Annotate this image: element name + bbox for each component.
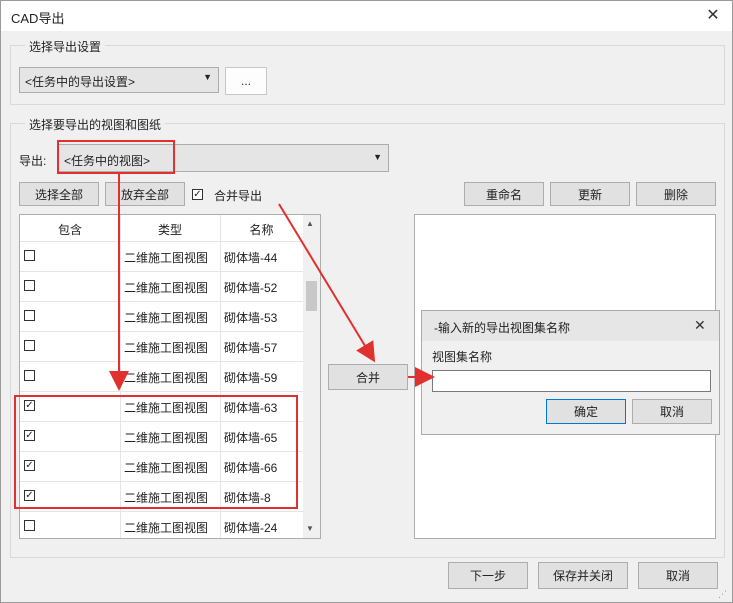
include-checkbox[interactable] [24, 340, 35, 351]
view-name-cell: 砌体墙-57 [224, 341, 278, 355]
export-settings-legend: 选择导出设置 [25, 38, 106, 55]
delete-button[interactable]: 删除 [636, 182, 716, 206]
include-checkbox[interactable] [24, 520, 35, 531]
window-title: CAD导出 [11, 11, 65, 26]
view-name-cell: 砌体墙-53 [224, 311, 278, 325]
table-row[interactable]: 二维施工图视图 砌体墙-24 [20, 511, 303, 538]
browse-settings-button[interactable]: ... [225, 67, 267, 95]
scroll-thumb[interactable] [306, 281, 317, 311]
dropdown-arrow-icon: ▼ [203, 72, 212, 82]
dialog-cancel-button[interactable]: 取消 [632, 399, 712, 424]
view-type-cell: 二维施工图视图 [124, 311, 209, 325]
view-set-name-dialog: -输入新的导出视图集名称 ✕ 视图集名称 确定 取消 [421, 310, 720, 435]
title-bar: CAD导出 ✕ [1, 1, 732, 31]
header-include: 包含 [57, 223, 82, 237]
table-row[interactable]: 二维施工图视图 砌体墙-53 [20, 301, 303, 332]
table-header: 包含 类型 名称 [20, 215, 303, 242]
view-name-cell: 砌体墙-52 [224, 281, 278, 295]
view-name-cell: 砌体墙-59 [224, 371, 278, 385]
deselect-all-button[interactable]: 放弃全部 [105, 182, 185, 206]
views-legend: 选择要导出的视图和图纸 [25, 116, 166, 133]
include-checkbox[interactable] [24, 310, 35, 321]
view-set-name-input[interactable] [432, 370, 711, 392]
merge-button[interactable]: 合并 [328, 364, 408, 390]
export-settings-value: <任务中的导出设置> [25, 75, 136, 89]
cad-export-window: CAD导出 ✕ 选择导出设置 <任务中的导出设置> ▼ ... 选择要导出的视图… [0, 0, 733, 603]
export-label: 导出: [19, 154, 47, 168]
close-icon[interactable]: ✕ [703, 6, 723, 26]
view-type-cell: 二维施工图视图 [124, 251, 209, 265]
cancel-button[interactable]: 取消 [638, 562, 718, 589]
annotation-box-export-combo [57, 140, 175, 174]
close-icon[interactable]: ✕ [694, 317, 706, 334]
ok-button[interactable]: 确定 [546, 399, 626, 424]
dropdown-arrow-icon: ▼ [373, 152, 382, 162]
merge-export-label: 合并导出 [214, 189, 263, 203]
save-close-button[interactable]: 保存并关闭 [538, 562, 628, 589]
dialog-title-bar: -输入新的导出视图集名称 ✕ [422, 311, 719, 341]
table-row[interactable]: 二维施工图视图 砌体墙-44 [20, 241, 303, 272]
table-scrollbar[interactable]: ▲ ▼ [303, 215, 320, 538]
view-type-cell: 二维施工图视图 [124, 341, 209, 355]
resize-grip-icon[interactable]: ⋰ [718, 589, 727, 600]
include-checkbox[interactable] [24, 280, 35, 291]
header-name: 名称 [249, 223, 274, 237]
scroll-down-icon[interactable]: ▼ [306, 524, 314, 533]
table-row[interactable]: 二维施工图视图 砌体墙-57 [20, 331, 303, 362]
annotation-box-checked-rows [14, 395, 298, 509]
select-all-button[interactable]: 选择全部 [19, 182, 99, 206]
dialog-title: -输入新的导出视图集名称 [434, 321, 570, 335]
table-row[interactable]: 二维施工图视图 砌体墙-52 [20, 271, 303, 302]
view-type-cell: 二维施工图视图 [124, 281, 209, 295]
view-type-cell: 二维施工图视图 [124, 371, 209, 385]
include-checkbox[interactable] [24, 370, 35, 381]
merge-export-checkbox[interactable]: ✓ [192, 189, 203, 200]
table-row[interactable]: 二维施工图视图 砌体墙-59 [20, 361, 303, 392]
scroll-up-icon[interactable]: ▲ [306, 219, 314, 228]
view-name-cell: 砌体墙-24 [224, 521, 278, 535]
export-settings-combo[interactable]: <任务中的导出设置> ▼ [19, 67, 219, 93]
view-set-name-label: 视图集名称 [432, 350, 493, 364]
update-button[interactable]: 更新 [550, 182, 630, 206]
include-checkbox[interactable] [24, 250, 35, 261]
next-button[interactable]: 下一步 [448, 562, 528, 589]
view-type-cell: 二维施工图视图 [124, 521, 209, 535]
rename-button[interactable]: 重命名 [464, 182, 544, 206]
view-name-cell: 砌体墙-44 [224, 251, 278, 265]
header-type: 类型 [157, 223, 182, 237]
